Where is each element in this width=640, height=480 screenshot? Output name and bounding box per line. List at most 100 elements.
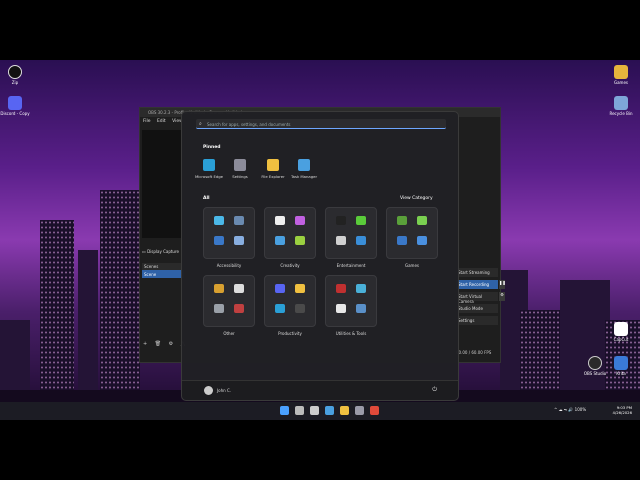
folder-2[interactable]	[325, 207, 377, 259]
folder-label: Entertainment	[336, 263, 366, 268]
view-category-button[interactable]: View Category	[400, 196, 433, 201]
power-icon[interactable]: ⏻	[432, 386, 437, 394]
zip-icon	[8, 65, 22, 79]
system-tray[interactable]: ^ ☁ ⏦ 🔊 100%	[554, 407, 586, 412]
app-icon	[298, 159, 310, 171]
desktop-icon-label: Krita	[616, 371, 626, 376]
start-recording-button[interactable]: Start Recording ❚❚	[456, 280, 506, 289]
folder-1[interactable]	[264, 207, 316, 259]
folder-app-icon	[234, 284, 244, 293]
folder-label: Productivity	[278, 331, 302, 336]
pinned-app-label: Microsoft Edge	[194, 174, 224, 179]
pinned-app-label: File Explorer	[261, 174, 285, 179]
folder-app-icon	[214, 284, 224, 293]
recycle-bin-icon	[614, 96, 628, 110]
scene-item[interactable]: Scene	[142, 270, 184, 278]
settings-icon[interactable]	[355, 406, 364, 415]
start-streaming-button[interactable]: Start Streaming	[456, 268, 498, 277]
folder-6[interactable]	[325, 275, 377, 327]
start-menu: ⌕ Search for apps, settings, and documen…	[181, 111, 459, 401]
folder-app-icon	[234, 216, 244, 225]
folder-app-icon	[234, 236, 244, 245]
fps-readout: 60.00 / 60.00 FPS	[456, 350, 492, 355]
folder-4[interactable]	[203, 275, 255, 327]
pinned-app-label: Task Manager	[290, 174, 318, 179]
start-icon[interactable]	[280, 406, 289, 415]
task-view-icon[interactable]	[295, 406, 304, 415]
city-building	[40, 220, 74, 390]
obs-icon	[588, 356, 602, 370]
folder-app-icon	[356, 304, 366, 313]
folder-app-icon	[356, 284, 366, 293]
folder-label: Creativity	[280, 263, 300, 268]
user-name[interactable]: John C.	[217, 388, 231, 393]
folder-app-icon	[275, 304, 285, 313]
desktop-icon-capcut[interactable]: CapCut	[606, 322, 636, 342]
settings-button[interactable]: Settings	[456, 316, 498, 325]
letterbox-top	[0, 0, 640, 60]
pinned-app-2[interactable]: File Explorer	[258, 159, 288, 179]
folder-app-icon	[214, 236, 224, 245]
pinned-app-1[interactable]: Settings	[225, 159, 255, 179]
gear-icon[interactable]: ⚙	[499, 292, 505, 301]
city-building	[520, 310, 560, 390]
folder-app-icon	[397, 236, 407, 245]
desktop-icon-krita[interactable]: Krita	[606, 356, 636, 376]
city-building	[100, 190, 140, 390]
desktop-icon-zip[interactable]: Zip	[0, 65, 30, 85]
pinned-title: Pinned	[203, 145, 221, 150]
folder-3[interactable]	[386, 207, 438, 259]
folder-app-icon	[417, 216, 427, 225]
pause-icon[interactable]: ❚❚	[499, 280, 506, 289]
clock[interactable]: 9:03 PM 4/26/2026	[613, 405, 632, 415]
folder-app-icon	[417, 236, 427, 245]
letterbox-bottom	[0, 420, 640, 480]
virtual-camera-button[interactable]: Start Virtual Camera ⚙	[456, 292, 505, 304]
folder-app-icon	[234, 304, 244, 313]
button-label: Studio Mode	[458, 306, 483, 311]
widgets-icon[interactable]	[310, 406, 319, 415]
obs-controls: Start Streaming Start Recording ❚❚ Start …	[456, 268, 506, 328]
app-icon	[234, 159, 246, 171]
obs-preview	[142, 130, 182, 238]
folder-app-icon	[336, 284, 346, 293]
folder-app-icon	[275, 284, 285, 293]
studio-mode-button[interactable]: Studio Mode	[456, 304, 498, 313]
folder-app-icon	[214, 216, 224, 225]
app-icon	[203, 159, 215, 171]
folder-0[interactable]	[203, 207, 255, 259]
search-input[interactable]: ⌕ Search for apps, settings, and documen…	[196, 119, 446, 129]
pinned-app-3[interactable]: Task Manager	[289, 159, 319, 179]
folder-app-icon	[275, 216, 285, 225]
folder-label: Games	[405, 263, 419, 268]
monitor-icon: ▭	[142, 249, 146, 254]
desktop-icon-label: Recycle Bin	[609, 111, 633, 116]
menu-edit[interactable]: Edit	[157, 119, 166, 124]
user-bar: John C. ⏻	[182, 380, 458, 400]
folder-icon	[614, 65, 628, 79]
search-placeholder: Search for apps, settings, and documents	[207, 122, 291, 127]
file-explorer-icon[interactable]	[340, 406, 349, 415]
folder-app-icon	[336, 304, 346, 313]
pinned-app-0[interactable]: Microsoft Edge	[194, 159, 224, 179]
desktop-icon-recycle-bin[interactable]: Recycle Bin	[606, 96, 636, 116]
avatar[interactable]	[204, 386, 213, 395]
button-label: Start Recording	[458, 282, 490, 287]
menu-file[interactable]: File	[143, 119, 151, 124]
scenes-header: Scenes	[142, 263, 184, 270]
folder-label: Other	[223, 331, 235, 336]
desktop-icon-discord[interactable]: Discord - Copy	[0, 96, 30, 116]
folder-app-icon	[356, 216, 366, 225]
source-item[interactable]: ▭ Display Capture	[142, 249, 184, 256]
task-manager-icon[interactable]	[325, 406, 334, 415]
desktop-icon-games[interactable]: Games	[606, 65, 636, 85]
folder-app-icon	[336, 236, 346, 245]
folder-app-icon	[356, 236, 366, 245]
folder-5[interactable]	[264, 275, 316, 327]
folder-app-icon	[275, 236, 285, 245]
desktop-icon-label: Games	[614, 80, 628, 85]
folder-app-icon	[336, 216, 346, 225]
folder-label: Utilities & Tools	[335, 331, 367, 336]
button-label: Start Virtual Camera	[458, 294, 483, 304]
chrome-icon[interactable]	[370, 406, 379, 415]
